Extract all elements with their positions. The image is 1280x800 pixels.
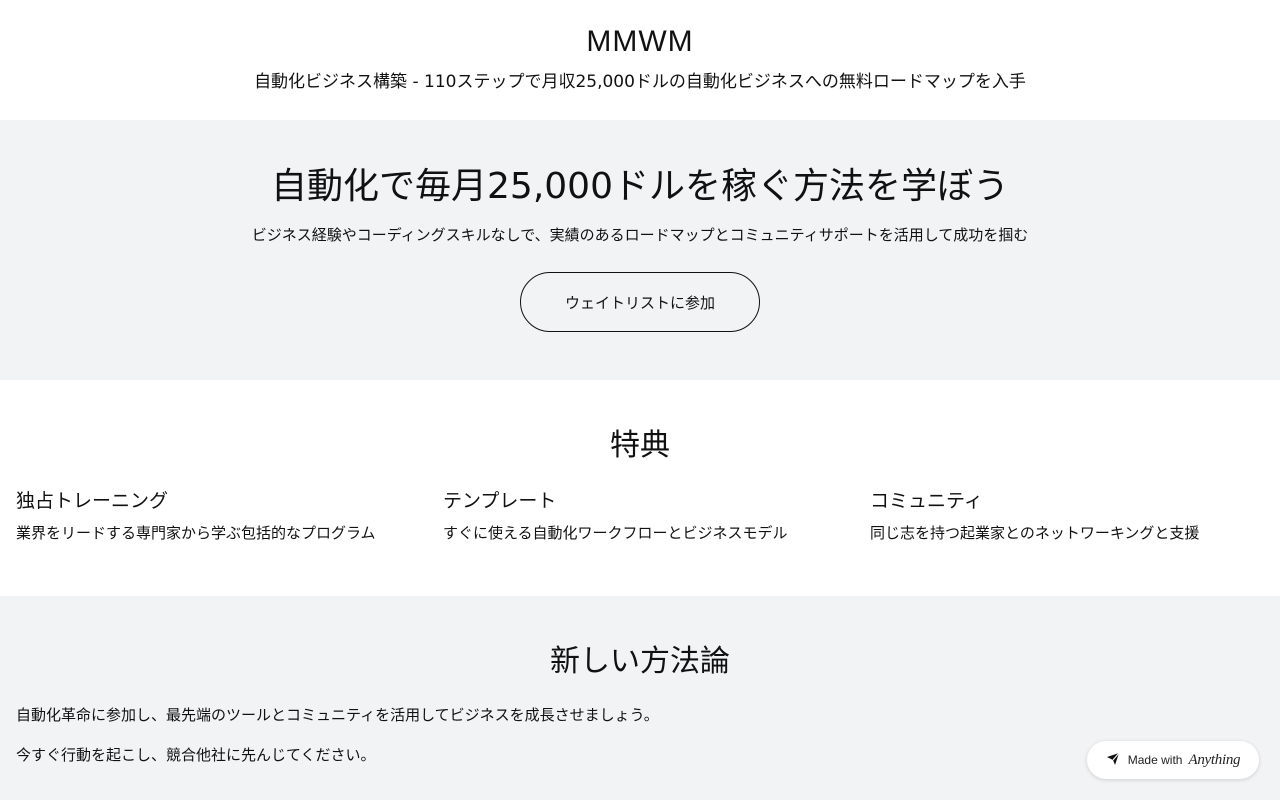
benefits-section: 特典 独占トレーニング 業界をリードする専門家から学ぶ包括的なプログラム テンプ… xyxy=(0,380,1280,596)
benefit-description: 同じ志を持つ起業家とのネットワーキングと支援 xyxy=(870,524,1200,542)
benefit-name: 独占トレーニング xyxy=(16,490,169,512)
site-header: MMWM 自動化ビジネス構築 - 110ステップで月収25,000ドルの自動化ビ… xyxy=(0,0,1280,120)
made-with-label: Made with xyxy=(1127,753,1183,767)
brand-name[interactable]: MMWM xyxy=(0,24,1280,60)
hero-section: 自動化で毎月25,000ドルを稼ぐ方法を学ぼう ビジネス経験やコーディングスキル… xyxy=(0,120,1280,380)
methodology-paragraph: 自動化革命に参加し、最先端のツールとコミュニティを活用してビジネスを成長させまし… xyxy=(16,706,659,724)
benefit-description: すぐに使える自動化ワークフローとビジネスモデル xyxy=(443,524,788,542)
benefits-title: 特典 xyxy=(610,428,670,463)
header-tagline: 自動化ビジネス構築 - 110ステップで月収25,000ドルの自動化ビジネスへの… xyxy=(254,72,1026,92)
anything-brand-text: Anything xyxy=(1188,751,1241,768)
methodology-title: 新しい方法論 xyxy=(550,644,730,679)
benefit-card-training: 独占トレーニング 業界をリードする専門家から学ぶ包括的なプログラム xyxy=(16,488,416,544)
benefit-card-community: コミュニティ 同じ志を持つ起業家とのネットワーキングと支援 xyxy=(870,488,1270,544)
benefit-name: コミュニティ xyxy=(870,490,983,512)
anything-logo-icon xyxy=(1106,751,1122,770)
join-waitlist-button[interactable]: ウェイトリストに参加 xyxy=(520,272,760,332)
benefit-description: 業界をリードする専門家から学ぶ包括的なプログラム xyxy=(16,524,376,542)
hero-subtitle: ビジネス経験やコーディングスキルなしで、実績のあるロードマップとコミュニティサポ… xyxy=(251,226,1029,244)
benefit-name: テンプレート xyxy=(443,490,557,512)
made-with-anything-badge[interactable]: Made with Anything xyxy=(1087,741,1259,779)
benefit-card-templates: テンプレート すぐに使える自動化ワークフローとビジネスモデル xyxy=(443,488,843,544)
methodology-section: 新しい方法論 自動化革命に参加し、最先端のツールとコミュニティを活用してビジネス… xyxy=(0,596,1280,800)
methodology-paragraph: 今すぐ行動を起こし、競合他社に先んじてください。 xyxy=(16,746,376,764)
hero-title: 自動化で毎月25,000ドルを稼ぐ方法を学ぼう xyxy=(271,166,1009,207)
